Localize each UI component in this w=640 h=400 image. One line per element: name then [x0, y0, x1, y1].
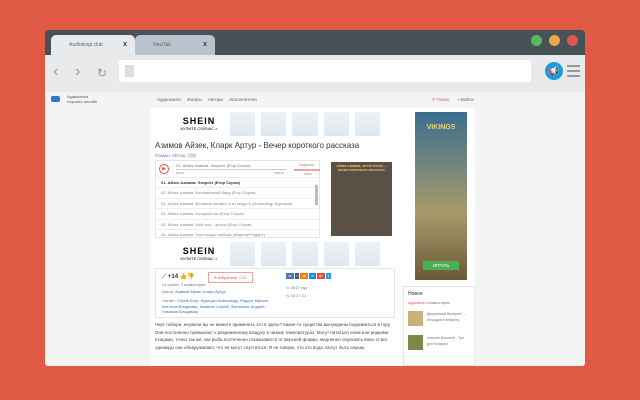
track-item[interactable]: 04. Айзек Азимов. Который час (Егор Серо… [156, 208, 319, 218]
shein-ad-banner[interactable]: SHEIN КУПИТЕ СЕЙЧАС > [170, 112, 381, 136]
tab-bar: Audioknigi.club x NewTab x [45, 30, 585, 55]
main-content: SHEIN КУПИТЕ СЕЙЧАС > Азимов Айзек, Кларк… [150, 108, 475, 366]
book-cover: АЙЗЕК АЗИМОВ, АРТУР КЛАРК — ВЕЧЕР КОРОТК… [331, 162, 392, 236]
address-bar[interactable] [119, 60, 531, 82]
tab-label: Audioknigi.club [69, 42, 103, 48]
track-item[interactable]: 05. Айзек Азимов. Мой сын - физик (Егор … [156, 218, 319, 229]
play-button[interactable]: ▶ [159, 164, 169, 174]
forward-icon[interactable]: › [75, 63, 80, 81]
close-icon[interactable]: x [123, 41, 127, 48]
dislike-icon[interactable]: 👎 [187, 274, 194, 280]
site-header: Аудиокниги слушать онлайн Аудиокниги Жанры… [45, 92, 585, 108]
list-item[interactable]: Дворянский Валерий - ... Лёшадка и эсмине… [408, 311, 467, 326]
track-item[interactable]: 03. Айзек Азимов. Вставьте шплинт А в гн… [156, 197, 319, 208]
nav-audiobooks[interactable]: Аудиокниги [157, 97, 181, 102]
page-title: Азимов Айзек, Кларк Артур - Вечер коротк… [155, 141, 360, 150]
share-facebook[interactable]: f [294, 273, 300, 279]
minimize-button[interactable] [549, 35, 560, 46]
tab-label: NewTab [153, 42, 172, 48]
shein-ad-banner-2[interactable]: SHEIN КУПИТЕ СЕЙЧАС > [170, 242, 381, 266]
chart-icon: ⟋ [162, 274, 167, 280]
rating: +14 [167, 274, 179, 280]
site-logo[interactable]: Аудиокниги слушать онлайн [67, 94, 97, 104]
login-link[interactable]: ▪ Войти [458, 97, 473, 102]
track-item[interactable]: 01. Айзек Азимов. Эзорект (Егор Серов) [156, 177, 319, 187]
tab-audiobooks[interactable]: Аудиокниги [408, 301, 427, 305]
panel-title: Новое [408, 291, 423, 297]
genre-link[interactable]: РОМАН, ПРОЗА [155, 153, 185, 158]
favorite-button[interactable]: В избранное ☆41 [208, 272, 253, 283]
new-panel: Новое Аудиокниги Комментарии Дворянский … [403, 286, 475, 366]
track-item[interactable]: 02. Айзек Азимов. Бессмертный бард (Егор… [156, 187, 319, 197]
menu-icon[interactable] [567, 65, 580, 80]
toolbar: ‹ › ↻ 📢 [45, 55, 585, 92]
volume-slider[interactable] [294, 169, 320, 171]
share-mail[interactable]: m [309, 273, 317, 279]
now-playing: 01. Айзек Азимов. Эзорект (Егор Серов) [176, 163, 251, 168]
share-vk[interactable]: vk [286, 273, 294, 279]
web-page: Аудиокниги слушать онлайн Аудиокниги Жанры… [45, 92, 585, 366]
back-icon[interactable]: ‹ [53, 63, 58, 81]
views-badge: 776 [186, 153, 198, 158]
comments-count[interactable]: 14 лучших, 3 комментария [162, 283, 205, 287]
vikings-side-ad[interactable]: VIKINGS ИГРАТЬ [415, 112, 467, 280]
nav-readers[interactable]: Исполнители [229, 97, 256, 102]
logo-icon [51, 96, 60, 102]
calendar-icon: ▭ [286, 285, 290, 290]
site-nav: Аудиокниги Жанры Авторы Исполнители [157, 97, 257, 102]
tab-audioknigi[interactable]: Audioknigi.club x [51, 35, 135, 55]
audio-player: ▶ 01. Айзек Азимов. Эзорект (Егор Серов)… [155, 160, 320, 238]
share-gplus[interactable]: g+ [317, 273, 326, 279]
nav-authors[interactable]: Авторы [208, 97, 224, 102]
share-twitter[interactable]: t [326, 273, 332, 279]
share-ok[interactable]: ok [300, 273, 309, 279]
play-game-button[interactable]: ИГРАТЬ [423, 261, 459, 270]
track-item[interactable]: 06. Айзек Азимов. Настоящая любовь (Жирн… [156, 228, 319, 239]
megaphone-icon[interactable]: 📢 [545, 62, 563, 80]
track-list: 01. Айзек Азимов. Эзорект (Егор Серов) 0… [156, 177, 319, 239]
tab-comments[interactable]: Комментарии [428, 301, 450, 305]
book-info: ⟋ +14 👍👎 В избранное ☆41 14 лучших, 3 ко… [155, 268, 395, 318]
tab-newtab[interactable]: NewTab x [135, 35, 215, 55]
reader-links[interactable]: Серов Егор, Курицын Александр, Радцит Ки… [162, 298, 269, 314]
speed-control[interactable]: Скорость [299, 163, 314, 167]
list-item[interactable]: Алешин Василий - Три дня Кондора [408, 335, 464, 350]
clock-icon: ◷ [286, 293, 290, 298]
nav-genres[interactable]: Жанры [187, 97, 202, 102]
close-icon[interactable]: x [203, 41, 207, 48]
page-icon [125, 65, 134, 77]
share-buttons: vk f ok m g+ t [286, 273, 332, 279]
search-link[interactable]: ⚲ Поиск [432, 97, 449, 103]
browser-window: Audioknigi.club x NewTab x ‹ › ↻ 📢 Аудиокн… [45, 30, 585, 366]
author-link[interactable]: Азимов Айзек, Кларк Артур [175, 289, 226, 294]
scrollbar[interactable] [315, 185, 318, 205]
reload-icon[interactable]: ↻ [97, 66, 107, 80]
maximize-button[interactable] [531, 35, 542, 46]
seek-bar[interactable] [176, 169, 286, 170]
book-description: Черт побери, неужели вы не можете примен… [155, 322, 391, 350]
close-window-button[interactable] [567, 35, 578, 46]
